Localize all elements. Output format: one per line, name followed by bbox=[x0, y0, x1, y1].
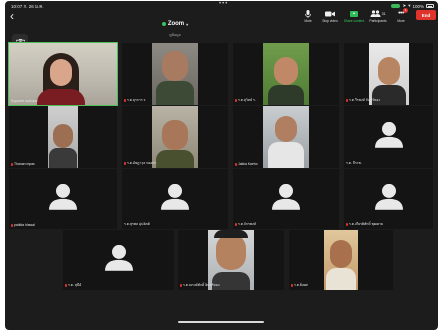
more-label: More bbox=[397, 19, 405, 23]
person-silhouette-icon bbox=[49, 183, 77, 210]
more-button[interactable]: ••• 1 More bbox=[389, 8, 413, 23]
chevron-down-icon: ▾ bbox=[186, 21, 189, 27]
participant-video bbox=[208, 230, 254, 290]
muted-mic-icon bbox=[124, 99, 126, 102]
participant-name: Thanan mpas bbox=[11, 162, 35, 166]
zoom-meeting-screen: 10:07 ก. 26 ม.ค. ••• ➤ ▾ 100% ‹ Zoom ▾ ดู… bbox=[5, 1, 438, 330]
video-off-tile[interactable]: ร.ต.จักรพงษ์ bbox=[233, 169, 339, 229]
participant-name: ร.ต.จักรพงษ์ bbox=[235, 222, 256, 227]
video-off-tile[interactable]: pattida hlawal bbox=[9, 169, 117, 229]
video-tile[interactable]: ร.ต.ณรงค์ศักดิ์ อินทร์ทอง bbox=[178, 230, 284, 290]
meeting-subtitle: ดูข้อมูล bbox=[169, 33, 181, 37]
participants-count: 31 bbox=[381, 11, 386, 16]
participant-video bbox=[263, 43, 309, 105]
video-tile[interactable]: ร.ต.อัษฎาวุธ ทองคำ bbox=[122, 106, 228, 168]
camera-in-use-icon bbox=[391, 4, 401, 8]
participants-label: Participants bbox=[369, 19, 387, 23]
participant-name: ร.ต.วีรพงษ์ จันทร์ทอง bbox=[346, 98, 380, 103]
participant-video bbox=[9, 43, 117, 105]
muted-mic-icon bbox=[235, 99, 237, 102]
participant-video bbox=[48, 106, 78, 168]
muted-mic-icon bbox=[346, 99, 348, 102]
multitasking-dots[interactable]: ••• bbox=[219, 1, 228, 7]
mute-label: Mute bbox=[304, 19, 312, 23]
participant-name: ร.ต.สุรพล อุ่นจิตต์ bbox=[124, 222, 150, 226]
stop-video-label: Stop video bbox=[322, 19, 338, 23]
mute-button[interactable]: Mute bbox=[296, 9, 320, 23]
video-tile[interactable]: ร.ต.ธุรการ ร. bbox=[122, 43, 228, 105]
status-time: 10:07 ก. 26 ม.ค. bbox=[11, 4, 44, 9]
microphone-icon bbox=[305, 9, 311, 18]
muted-mic-icon bbox=[235, 162, 237, 166]
video-tile[interactable]: ร.ต.ยิ่งยศ bbox=[289, 230, 393, 290]
participant-name: ร.ต.ยิ่งยศ bbox=[291, 283, 308, 288]
end-meeting-button[interactable]: End bbox=[416, 10, 436, 20]
participant-video bbox=[324, 230, 358, 290]
meeting-title-button[interactable]: Zoom ▾ ดูข้อมูล bbox=[145, 13, 205, 38]
participant-name: ร.ต.ณรงค์ศักดิ์ อินทร์ทอง bbox=[180, 283, 219, 288]
meeting-title: Zoom bbox=[167, 21, 185, 27]
battery-percent: 100% bbox=[412, 3, 424, 9]
video-off-tile[interactable]: ร.ต.สุรพล อุ่นจิตต์ bbox=[122, 169, 228, 229]
participant-video bbox=[368, 43, 409, 105]
person-silhouette-icon bbox=[374, 121, 403, 148]
participants-icon bbox=[370, 10, 381, 17]
video-off-tile[interactable]: ร.ต.เกียรติศักดิ์ พุฒคาย bbox=[344, 169, 433, 229]
muted-mic-icon bbox=[65, 284, 67, 287]
participant-name: ร.ต.เกียรติศักดิ์ พุฒคาย bbox=[346, 222, 383, 227]
participant-name: ร.ต.อัษฎาวุธ ทองคำ bbox=[124, 161, 156, 166]
video-off-tile[interactable]: ร.ต. สุนีย์ bbox=[63, 230, 174, 290]
muted-mic-icon bbox=[11, 223, 13, 227]
stop-video-button[interactable]: Stop video bbox=[318, 9, 342, 23]
person-silhouette-icon bbox=[272, 183, 300, 210]
participant-name: Jakka Kaeho bbox=[235, 162, 258, 166]
video-camera-icon bbox=[325, 11, 335, 16]
battery-icon bbox=[426, 4, 434, 8]
video-tile[interactable]: Thanan mpas bbox=[9, 106, 117, 168]
person-silhouette-icon bbox=[374, 183, 403, 210]
muted-mic-icon bbox=[291, 284, 293, 287]
video-tile[interactable]: ร.ต.วีรพงษ์ จันทร์ทอง bbox=[344, 43, 433, 105]
security-shield-icon bbox=[161, 22, 166, 26]
participant-name: ร.ต. สุนีย์ bbox=[65, 283, 81, 288]
video-tile[interactable]: Jakka Kaeho bbox=[233, 106, 339, 168]
person-silhouette-icon bbox=[161, 183, 189, 210]
more-badge: 1 bbox=[403, 8, 408, 13]
muted-mic-icon bbox=[11, 162, 13, 166]
participant-name: ร.ต.ธุรการ ร. bbox=[124, 98, 146, 103]
share-screen-icon bbox=[350, 10, 358, 17]
share-content-button[interactable]: Share content bbox=[342, 9, 366, 23]
back-chevron-icon[interactable]: ‹ bbox=[10, 10, 14, 22]
muted-mic-icon bbox=[346, 223, 348, 226]
participant-name: ร.ต.สุวิทย์ ร. bbox=[235, 98, 256, 103]
participant-video bbox=[263, 106, 309, 168]
participant-name: Supavee sarkuno bbox=[11, 99, 38, 103]
participants-button[interactable]: 31 Participants bbox=[366, 9, 390, 23]
muted-mic-icon bbox=[180, 284, 182, 287]
muted-mic-icon bbox=[235, 223, 237, 226]
participant-video bbox=[152, 106, 198, 168]
participant-name: ร.ต. จีระพ. bbox=[346, 161, 362, 165]
share-content-label: Share content bbox=[343, 19, 365, 23]
video-tile-active-speaker[interactable]: Supavee sarkuno bbox=[8, 42, 118, 106]
person-silhouette-icon bbox=[104, 244, 133, 271]
video-off-tile[interactable]: ร.ต. จีระพ. bbox=[344, 106, 433, 168]
participant-name: pattida hlawal bbox=[11, 223, 35, 227]
video-tile[interactable]: ร.ต.สุวิทย์ ร. bbox=[233, 43, 339, 105]
home-indicator[interactable] bbox=[178, 321, 264, 323]
participant-video bbox=[152, 43, 198, 105]
muted-mic-icon bbox=[124, 162, 126, 165]
